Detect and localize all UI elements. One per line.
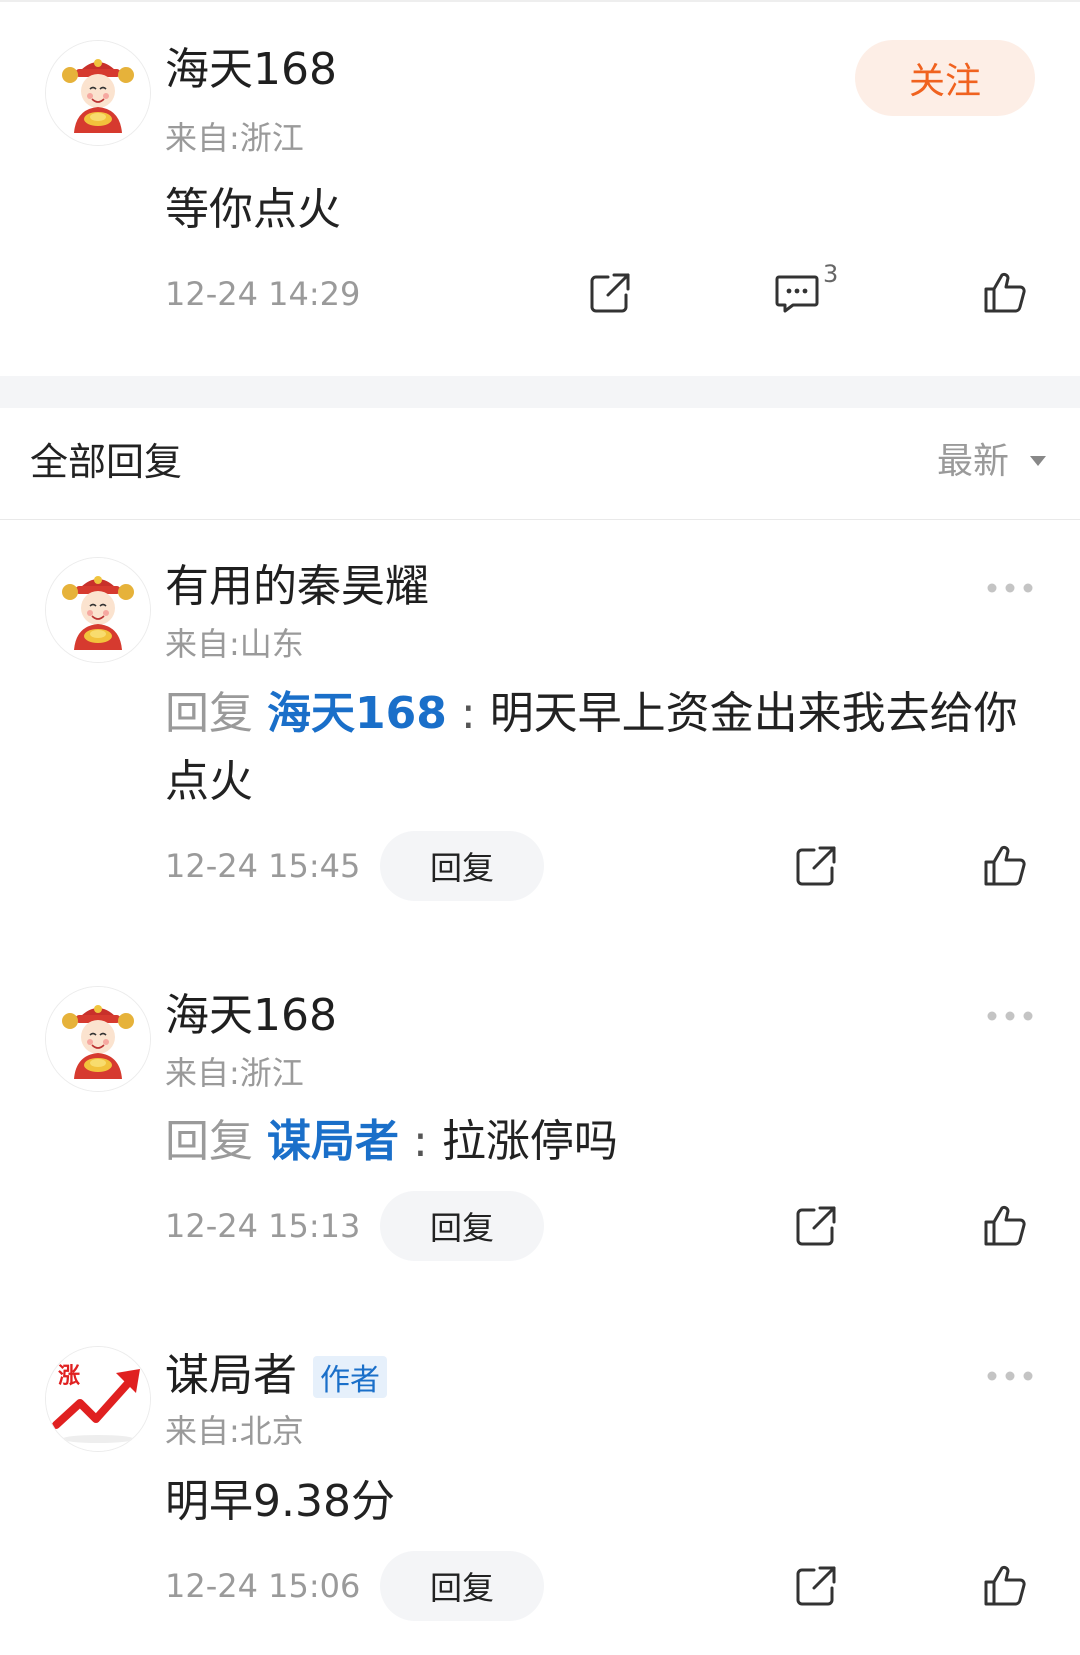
like-icon[interactable] [980,842,1028,890]
avatar[interactable] [45,557,151,663]
share-icon[interactable] [792,1562,840,1610]
reply-content: 明早9.38分 [165,1476,395,1527]
reply-separator: : [460,688,476,739]
reply-button[interactable]: 回复 [380,1551,544,1621]
reply-username[interactable]: 海天168 [165,994,337,1038]
header-divider [0,519,1080,520]
rising-arrow-avatar-icon: 涨 [46,1347,150,1451]
caishen-avatar-icon [46,987,150,1091]
reply-content: 回复 海天168 : 明天早上资金出来我去给你点火 [165,680,1025,816]
post-location: 来自:浙江 [165,119,304,157]
reply-location: 来自:山东 [165,625,304,663]
share-icon[interactable] [586,269,634,317]
replies-title: 全部回复 [30,440,183,484]
reply-location: 来自:北京 [165,1412,304,1450]
reply-time: 12-24 15:13 [165,1207,361,1245]
more-icon[interactable] [986,581,1034,595]
caishen-avatar-icon [46,558,150,662]
mention-link[interactable]: 谋局者 [267,1116,399,1167]
avatar-text: 涨 [58,1364,80,1389]
post-content: 等你点火 [165,184,341,235]
post-time: 12-24 14:29 [165,275,361,313]
like-icon[interactable] [980,1562,1028,1610]
reply-content: 回复 谋局者 : 拉涨停吗 [165,1108,1025,1176]
comment-count: 3 [823,260,839,288]
more-icon[interactable] [986,1369,1034,1383]
mention-link[interactable]: 海天168 [267,688,447,739]
post-username[interactable]: 海天168 [165,48,337,92]
reply-text: 拉涨停吗 [441,1116,618,1167]
follow-button[interactable]: 关注 [855,40,1035,116]
reply-time: 12-24 15:45 [165,847,361,885]
comment-icon[interactable] [773,269,821,317]
more-icon[interactable] [986,1009,1034,1023]
top-divider [0,0,1080,2]
share-icon[interactable] [792,842,840,890]
sort-arrow-icon[interactable] [1028,454,1048,468]
sort-dropdown[interactable]: 最新 [937,444,1009,480]
reply-time: 12-24 15:06 [165,1567,361,1605]
section-spacer [0,376,1080,408]
like-icon[interactable] [980,1202,1028,1250]
reply-prefix: 回复 [165,1116,253,1167]
reply-location: 来自:浙江 [165,1054,304,1092]
avatar[interactable]: 涨 [45,1346,151,1452]
avatar[interactable] [45,986,151,1092]
reply-button[interactable]: 回复 [380,1191,544,1261]
reply-username[interactable]: 谋局者 [165,1354,297,1398]
reply-username[interactable]: 有用的秦昊耀 [165,565,429,609]
like-icon[interactable] [980,269,1028,317]
reply-prefix: 回复 [165,688,253,739]
share-icon[interactable] [792,1202,840,1250]
author-badge: 作者 [313,1356,387,1398]
reply-button[interactable]: 回复 [380,831,544,901]
caishen-avatar-icon [46,41,150,145]
reply-separator: : [413,1116,428,1167]
avatar[interactable] [45,40,151,146]
